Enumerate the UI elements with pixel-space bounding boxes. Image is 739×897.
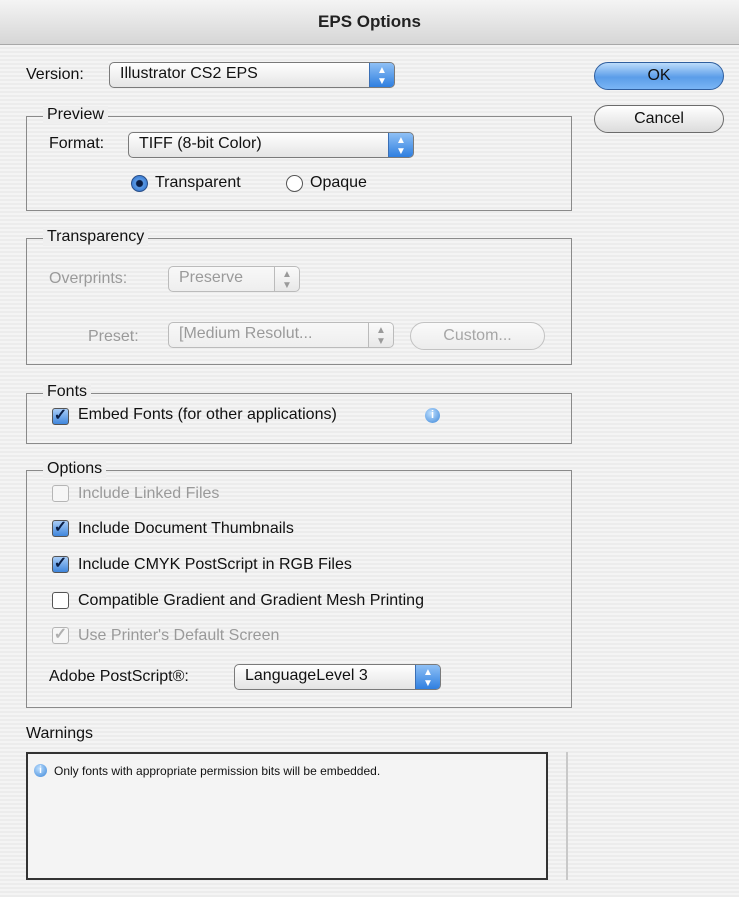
preview-group xyxy=(26,116,572,211)
printer-default-screen-checkbox[interactable]: ✓ xyxy=(52,627,69,644)
transparency-legend: Transparency xyxy=(43,228,149,246)
custom-button[interactable]: Custom... xyxy=(410,322,545,350)
cancel-button[interactable]: Cancel xyxy=(594,105,724,133)
overprints-value: Preserve xyxy=(179,269,244,286)
fonts-legend: Fonts xyxy=(43,383,92,401)
preset-popup[interactable]: [Medium Resolut... ▲ ▼ xyxy=(168,322,394,348)
include-thumbnails-checkbox[interactable]: ✓ xyxy=(52,520,69,537)
window-title: EPS Options xyxy=(318,12,421,31)
format-value: TIFF (8-bit Color) xyxy=(139,135,262,152)
transparent-label: Transparent xyxy=(155,174,241,191)
up-down-arrows-icon: ▲ ▼ xyxy=(388,133,413,157)
compatible-gradient-checkbox[interactable] xyxy=(52,592,69,609)
embed-fonts-label: Embed Fonts (for other applications) xyxy=(78,406,337,423)
postscript-popup[interactable]: LanguageLevel 3 ▲ ▼ xyxy=(234,664,441,690)
preview-legend: Preview xyxy=(43,106,108,124)
include-cmyk-label: Include CMYK PostScript in RGB Files xyxy=(78,556,352,573)
ok-button[interactable]: OK xyxy=(594,62,724,90)
warnings-scrollbar[interactable] xyxy=(566,752,568,880)
overprints-popup[interactable]: Preserve ▲ ▼ xyxy=(168,266,300,292)
transparent-radio[interactable] xyxy=(131,175,148,192)
up-down-arrows-icon: ▲ ▼ xyxy=(274,267,299,291)
embed-fonts-checkbox[interactable]: ✓ xyxy=(52,408,69,425)
preset-label: Preset: xyxy=(88,328,139,345)
include-linked-files-label: Include Linked Files xyxy=(78,485,220,502)
preset-value: [Medium Resolut... xyxy=(179,325,313,342)
up-down-arrows-icon: ▲ ▼ xyxy=(415,665,440,689)
overprints-label: Overprints: xyxy=(49,270,128,287)
warnings-box: i Only fonts with appropriate permission… xyxy=(26,752,548,880)
include-thumbnails-label: Include Document Thumbnails xyxy=(78,520,294,537)
opaque-radio[interactable] xyxy=(286,175,303,192)
opaque-label: Opaque xyxy=(310,174,367,191)
postscript-label: Adobe PostScript®: xyxy=(49,668,189,685)
version-value: Illustrator CS2 EPS xyxy=(120,65,258,82)
include-cmyk-checkbox[interactable]: ✓ xyxy=(52,556,69,573)
printer-default-screen-label: Use Printer's Default Screen xyxy=(78,627,280,644)
up-down-arrows-icon: ▲ ▼ xyxy=(369,63,394,87)
version-label: Version: xyxy=(26,66,84,83)
info-icon[interactable]: i xyxy=(425,408,440,423)
postscript-value: LanguageLevel 3 xyxy=(245,667,368,684)
format-label: Format: xyxy=(49,135,105,152)
compatible-gradient-label: Compatible Gradient and Gradient Mesh Pr… xyxy=(78,592,424,609)
up-down-arrows-icon: ▲ ▼ xyxy=(368,323,393,347)
info-icon: i xyxy=(34,764,47,777)
warnings-label: Warnings xyxy=(26,725,93,742)
include-linked-files-checkbox[interactable] xyxy=(52,485,69,502)
options-legend: Options xyxy=(43,460,107,478)
version-popup[interactable]: Illustrator CS2 EPS ▲ ▼ xyxy=(109,62,395,88)
format-popup[interactable]: TIFF (8-bit Color) ▲ ▼ xyxy=(128,132,414,158)
warning-message: Only fonts with appropriate permission b… xyxy=(54,764,381,778)
